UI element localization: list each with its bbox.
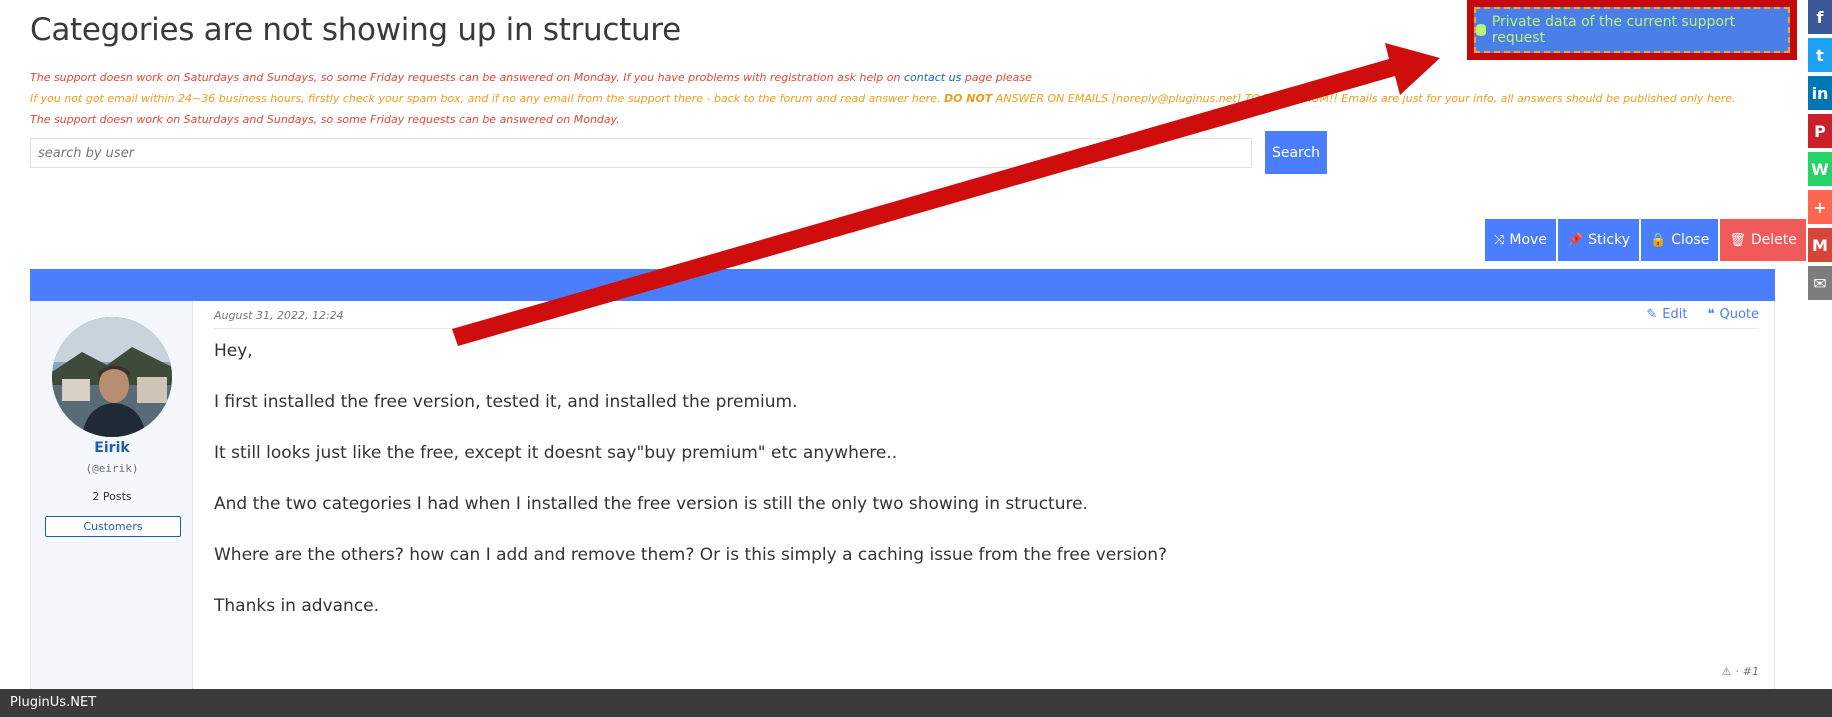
- post-paragraph: Thanks in advance.: [214, 596, 380, 616]
- footer-bar: PluginUs.NET: [0, 689, 1832, 717]
- quote-icon: ❝: [1707, 307, 1715, 322]
- post-paragraph: And the two categories I had when I inst…: [214, 494, 1088, 514]
- share-sidebar: f t in P W + M ✉: [1808, 0, 1832, 312]
- linkedin-icon[interactable]: in: [1808, 76, 1832, 110]
- post-date: August 31, 2022, 12:24: [214, 309, 344, 322]
- pinterest-icon[interactable]: P: [1808, 114, 1832, 148]
- plus-icon[interactable]: +: [1808, 190, 1832, 224]
- notice-weekend-registration: The support doesn work on Saturdays and …: [30, 71, 1032, 84]
- email-icon[interactable]: ✉: [1808, 266, 1832, 300]
- search-by-user-input[interactable]: [30, 138, 1252, 168]
- database-icon: [1476, 24, 1486, 36]
- move-button[interactable]: ⤨ Move: [1485, 219, 1556, 261]
- notice-email: If you not got email within 24~36 busine…: [30, 92, 1736, 105]
- facebook-icon[interactable]: f: [1808, 0, 1832, 34]
- post-content: August 31, 2022, 12:24 ✎ Edit ❝ Quote Hey,…: [214, 301, 1759, 690]
- quote-link[interactable]: ❝ Quote: [1707, 307, 1759, 322]
- gmail-icon[interactable]: M: [1808, 228, 1832, 262]
- search-button[interactable]: Search: [1265, 131, 1327, 174]
- author-handle: (@eirik): [85, 462, 139, 475]
- post-paragraph: It still looks just like the free, excep…: [214, 443, 898, 463]
- author-name[interactable]: Eirik: [31, 440, 193, 456]
- contact-us-link[interactable]: contact us: [904, 71, 961, 84]
- avatar[interactable]: [52, 317, 172, 437]
- support-notices: The support doesn work on Saturdays and …: [30, 70, 1736, 133]
- delete-button[interactable]: 🗑 Delete: [1720, 219, 1806, 261]
- post-paragraph: I first installed the free version, test…: [214, 392, 798, 412]
- post-paragraph: Where are the others? how can I add and …: [214, 545, 1168, 565]
- forum-post: Eirik (@eirik) 2 Posts Customers August …: [30, 301, 1775, 690]
- divider: [214, 328, 1759, 329]
- notice-weekend: The support doesn work on Saturdays and …: [30, 113, 620, 126]
- trash-icon: 🗑: [1729, 232, 1746, 248]
- author-post-count: 2 Posts: [92, 490, 132, 503]
- topic-header-bar: [30, 269, 1775, 301]
- whatsapp-icon[interactable]: W: [1808, 152, 1832, 186]
- topic-actions: ⤨ Move 📌 Sticky 🔒 Close 🗑 Delete: [1485, 219, 1806, 261]
- separator-dot: ·: [1735, 665, 1739, 678]
- private-data-highlight: Private data of the current support requ…: [1467, 0, 1797, 60]
- post-text: Hey, I first installed the free version,…: [214, 341, 1734, 647]
- page-title: Categories are not showing up in structu…: [30, 12, 681, 48]
- private-data-label: Private data of the current support requ…: [1491, 14, 1736, 46]
- shuffle-icon: ⤨: [1494, 232, 1505, 248]
- lock-icon: 🔒: [1650, 232, 1667, 248]
- post-footer: ⚠ · #1: [1721, 665, 1759, 678]
- post-tools: ✎ Edit ❝ Quote: [1646, 307, 1759, 322]
- post-author-panel: Eirik (@eirik) 2 Posts Customers: [31, 301, 193, 690]
- private-data-button[interactable]: Private data of the current support requ…: [1474, 7, 1790, 53]
- role-badge: Customers: [45, 516, 181, 537]
- post-number[interactable]: #1: [1743, 665, 1759, 678]
- pin-icon: 📌: [1566, 232, 1584, 248]
- report-icon[interactable]: ⚠: [1721, 665, 1731, 678]
- close-topic-button[interactable]: 🔒 Close: [1641, 219, 1719, 261]
- post-paragraph: Hey,: [214, 341, 253, 361]
- twitter-icon[interactable]: t: [1808, 38, 1832, 72]
- pencil-icon: ✎: [1646, 307, 1658, 322]
- sticky-button[interactable]: 📌 Sticky: [1557, 219, 1639, 261]
- edit-link[interactable]: ✎ Edit: [1646, 307, 1687, 322]
- footer-brand: PluginUs.NET: [10, 695, 97, 710]
